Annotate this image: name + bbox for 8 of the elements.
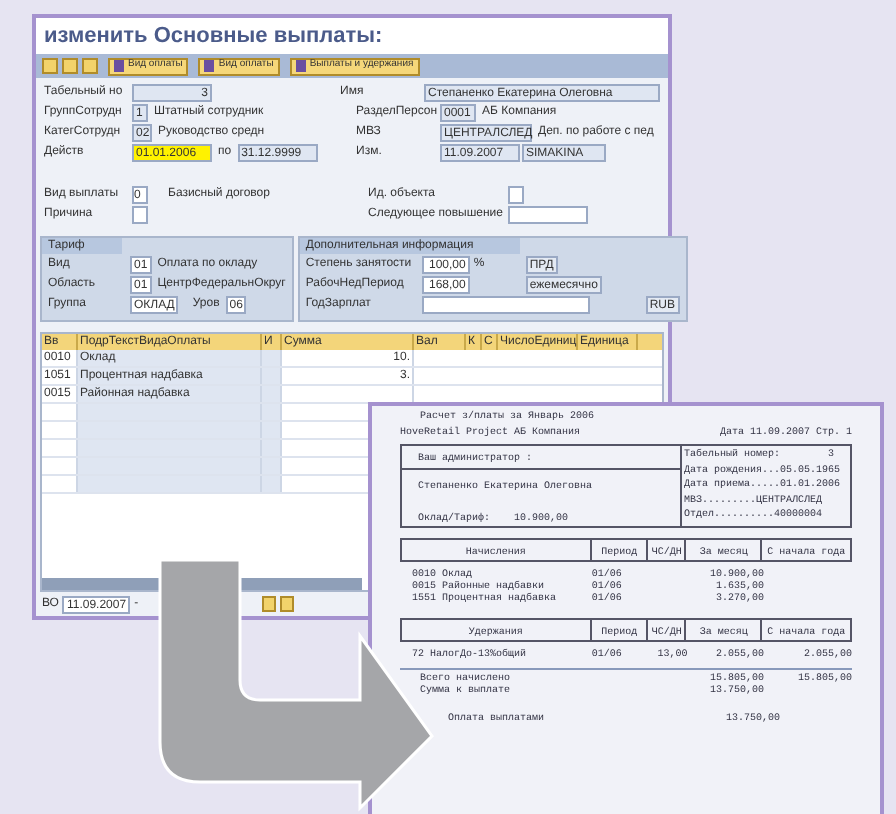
window-title: изменить Основные выплаты: bbox=[36, 18, 668, 54]
document-icon bbox=[295, 60, 306, 72]
input-field[interactable] bbox=[132, 206, 148, 224]
input-field[interactable] bbox=[421, 295, 590, 313]
input-field[interactable] bbox=[508, 206, 588, 224]
document-icon bbox=[114, 60, 124, 72]
input-field[interactable] bbox=[508, 186, 524, 204]
document-icon bbox=[204, 60, 215, 72]
